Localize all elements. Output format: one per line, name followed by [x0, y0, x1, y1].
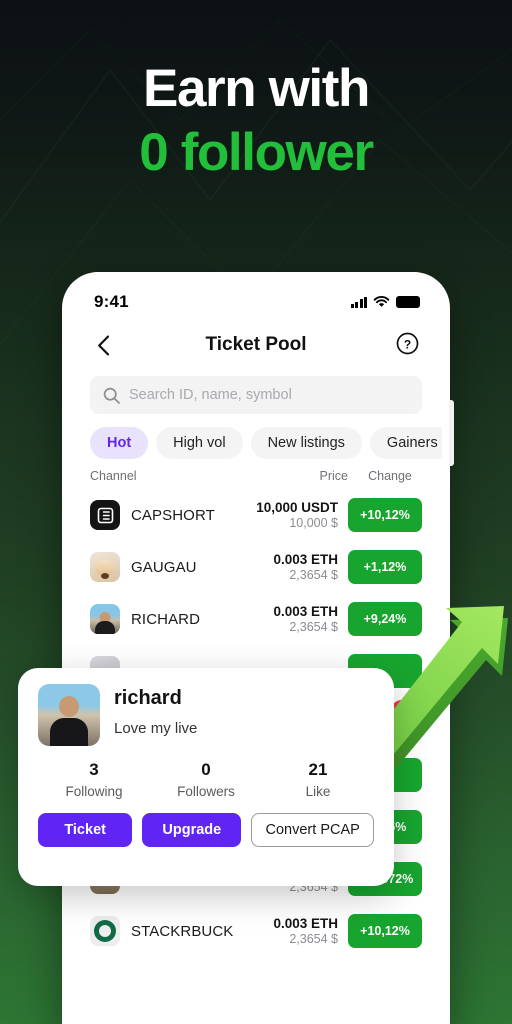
stat-like[interactable]: 21 Like: [262, 760, 374, 799]
row-channel-name: STACKRBUCK: [131, 922, 234, 940]
stat-followers-value: 0: [201, 760, 211, 779]
table-row[interactable]: CAPSHORT 10,000 USDT 10,000 $ +10,12%: [70, 489, 442, 541]
phone-side-button[interactable]: [449, 400, 454, 466]
wifi-icon: [373, 296, 390, 307]
row-price-fiat: 10,000 $: [289, 516, 338, 530]
question-circle-icon: ?: [396, 332, 419, 355]
row-channel-name: GAUGAU: [131, 558, 197, 576]
row-price-fiat: 2,3654 $: [289, 932, 338, 946]
row-channel-name: CAPSHORT: [131, 506, 215, 524]
upgrade-button[interactable]: Upgrade: [142, 813, 242, 847]
search-section: Search ID, name, symbol: [70, 370, 442, 414]
stat-followers[interactable]: 0 Followers: [150, 760, 262, 799]
stat-following-label: Following: [65, 784, 123, 799]
column-header-channel: Channel: [90, 469, 137, 483]
status-bar: 9:41: [70, 280, 442, 320]
row-price-crypto: 0.003 ETH: [273, 916, 338, 931]
status-bar-icons: [350, 296, 420, 308]
row-change-badge: +10,12%: [348, 498, 422, 532]
profile-action-buttons: Ticket Upgrade Convert PCAP: [38, 813, 375, 847]
filter-chip-high-vol[interactable]: High vol: [156, 427, 243, 459]
profile-overlay-card: richard Love my live 3 Following 0 Follo…: [18, 668, 394, 886]
table-row[interactable]: GAUGAU 0.003 ETH 2,3654 $ +1,12%: [70, 541, 442, 593]
capshort-logo-avatar: [90, 500, 120, 530]
svg-text:?: ?: [404, 337, 411, 351]
filter-chip-hot[interactable]: Hot: [90, 427, 149, 459]
filter-chip-new-listings[interactable]: New listings: [250, 427, 362, 459]
table-column-headers: Channel Price Change: [70, 459, 442, 489]
filter-chip-row[interactable]: Hot High vol New listings Gainers: [70, 414, 442, 459]
profile-stats: 3 Following 0 Followers 21 Like: [38, 760, 374, 799]
row-price-fiat: 2,3654 $: [289, 568, 338, 582]
stat-like-label: Like: [305, 784, 331, 799]
row-price: 0.003 ETH 2,3654 $: [234, 916, 338, 946]
row-price: 0.003 ETH 2,3654 $: [234, 552, 338, 582]
starbucks-logo-avatar: [90, 916, 120, 946]
convert-pcap-button[interactable]: Convert PCAP: [251, 813, 375, 847]
dog-photo-avatar: [90, 552, 120, 582]
profile-identity: richard Love my live: [114, 684, 197, 737]
richard-beach-photo-avatar: [38, 684, 100, 746]
search-icon: [103, 387, 120, 404]
profile-username: richard: [114, 687, 182, 709]
help-button[interactable]: ?: [396, 332, 422, 358]
table-row[interactable]: STACKRBUCK 0.003 ETH 2,3654 $ +10,12%: [70, 905, 442, 957]
battery-icon: [396, 296, 420, 308]
row-price: 10,000 USDT 10,000 $: [234, 500, 338, 530]
column-header-price: Price: [319, 469, 348, 483]
column-header-change: Change: [368, 469, 412, 483]
headline-line-2: 0 follower: [139, 122, 374, 182]
search-input[interactable]: Search ID, name, symbol: [90, 376, 422, 414]
profile-header: richard Love my live: [38, 684, 374, 746]
app-header: Ticket Pool ?: [70, 320, 442, 370]
stat-followers-label: Followers: [177, 784, 235, 799]
row-price-crypto: 10,000 USDT: [256, 500, 338, 515]
row-change-badge: +10,12%: [348, 914, 422, 948]
stat-like-value: 21: [308, 760, 328, 779]
ticket-button[interactable]: Ticket: [38, 813, 133, 847]
person-photo-avatar: [90, 604, 120, 634]
headline-line-1: Earn with: [143, 59, 370, 118]
stat-following-value: 3: [89, 760, 99, 779]
row-change-badge: +1,12%: [348, 550, 422, 584]
page-title: Ticket Pool: [205, 334, 307, 355]
stat-following[interactable]: 3 Following: [38, 760, 150, 799]
row-channel-name: RICHARD: [131, 610, 201, 628]
row-price-crypto: 0.003 ETH: [273, 552, 338, 567]
back-button[interactable]: [90, 332, 116, 358]
status-bar-clock: 9:41: [94, 292, 129, 311]
filter-chip-gainers[interactable]: Gainers: [369, 427, 442, 459]
search-placeholder: Search ID, name, symbol: [129, 387, 292, 403]
profile-bio: Love my live: [114, 720, 198, 737]
capshort-glyph-icon: [97, 507, 113, 523]
cellular-signal-icon: [350, 296, 367, 308]
promo-headline: Earn with 0 follower: [0, 59, 512, 182]
chevron-left-icon: [97, 335, 109, 355]
